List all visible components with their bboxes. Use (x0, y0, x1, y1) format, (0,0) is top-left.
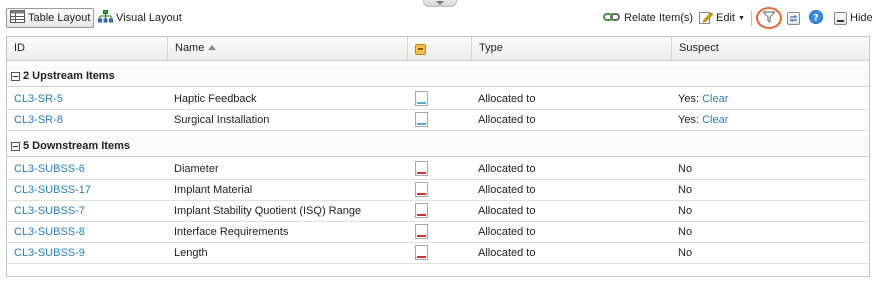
item-id-link[interactable]: CL3-SUBSS-17 (14, 180, 91, 200)
column-header-type[interactable]: Type (471, 37, 671, 60)
minimize-icon (834, 11, 847, 25)
collapse-toggle-icon[interactable] (11, 72, 20, 81)
relate-items-button[interactable]: Relate Item(s) (600, 8, 696, 28)
item-name: Implant Material (174, 184, 253, 196)
table-row[interactable]: CL3-SUBSS-6 Diameter Allocated to No (7, 159, 869, 180)
red-document-icon (415, 224, 428, 239)
collapse-toggle-icon[interactable] (11, 142, 20, 151)
suspect-status: No (678, 184, 693, 196)
chevron-down-icon: ▼ (737, 14, 745, 22)
column-header-suspect[interactable]: Suspect (671, 37, 869, 60)
red-document-icon (415, 161, 428, 176)
relationship-type: Allocated to (478, 184, 536, 196)
item-id-link[interactable]: CL3-SUBSS-7 (14, 201, 85, 221)
relationship-type: Allocated to (478, 93, 536, 105)
filter-button[interactable] (756, 7, 782, 29)
relationship-type: Allocated to (478, 226, 536, 238)
visual-layout-button[interactable]: Visual Layout (95, 8, 185, 28)
item-id-link[interactable]: CL3-SUBSS-9 (14, 243, 85, 263)
suspect-status: No (678, 163, 693, 175)
grid-header: ID Name Type Suspect (7, 37, 869, 61)
suspect-status: Yes: Clear (678, 114, 729, 126)
column-header-id[interactable]: ID (7, 37, 167, 60)
relationship-type: Allocated to (478, 247, 536, 259)
blue-document-icon (415, 91, 428, 106)
edit-menu-button[interactable]: Edit ▼ (696, 8, 748, 28)
collapse-panel-handle[interactable] (423, 0, 457, 7)
table-row[interactable]: CL3-SR-8 Surgical Installation Allocated… (7, 110, 869, 131)
help-button[interactable]: ? (806, 8, 826, 28)
table-layout-button[interactable]: Table Layout (6, 8, 95, 28)
refresh-icon (787, 11, 800, 25)
group-header-upstream[interactable]: 2 Upstream Items (7, 66, 869, 87)
item-id-link[interactable]: CL3-SR-5 (14, 89, 63, 109)
item-name: Implant Stability Quotient (ISQ) Range (174, 205, 362, 217)
item-id-link[interactable]: CL3-SUBSS-8 (14, 222, 85, 242)
table-row[interactable]: CL3-SUBSS-17 Implant Material Allocated … (7, 180, 869, 201)
relationship-type: Allocated to (478, 205, 536, 217)
hide-button[interactable]: Hide (831, 8, 876, 28)
relationships-grid: ID Name Type Suspect 2 Upstream Items CL… (6, 36, 870, 277)
suspect-status: No (678, 226, 693, 238)
toolbar: Table Layout Visual Layout Relate Item(s… (0, 7, 876, 31)
red-document-icon (415, 203, 428, 218)
relationship-type: Allocated to (478, 114, 536, 126)
item-name: Interface Requirements (174, 226, 289, 238)
link-icon (603, 11, 621, 26)
table-layout-label: Table Layout (28, 12, 91, 24)
suspect-status: Yes: Clear (678, 93, 729, 105)
visual-layout-label: Visual Layout (116, 12, 182, 24)
red-document-icon (415, 182, 428, 197)
item-name: Diameter (174, 163, 219, 175)
clear-suspect-link[interactable]: Clear (702, 114, 728, 126)
item-name: Length (174, 247, 208, 259)
sort-ascending-icon (208, 45, 217, 50)
item-name: Surgical Installation (174, 114, 270, 126)
table-row[interactable]: CL3-SUBSS-8 Interface Requirements Alloc… (7, 222, 869, 243)
toolbar-divider (751, 11, 752, 26)
column-header-name[interactable]: Name (167, 37, 407, 60)
suspect-status: No (678, 247, 693, 259)
group-header-downstream[interactable]: 5 Downstream Items (7, 136, 869, 157)
item-id-link[interactable]: CL3-SR-8 (14, 110, 63, 130)
refresh-button[interactable] (784, 8, 803, 28)
relate-items-label: Relate Item(s) (624, 12, 694, 24)
filter-icon (762, 11, 776, 26)
item-name: Haptic Feedback (174, 93, 257, 105)
lock-icon (415, 44, 426, 55)
column-header-lock[interactable] (407, 37, 471, 60)
blue-document-icon (415, 112, 428, 127)
table-row[interactable]: CL3-SUBSS-9 Length Allocated to No (7, 243, 869, 264)
hierarchy-icon (98, 10, 113, 26)
red-document-icon (415, 245, 428, 260)
relationship-type: Allocated to (478, 163, 536, 175)
clear-suspect-link[interactable]: Clear (702, 93, 728, 105)
table-row[interactable]: CL3-SR-5 Haptic Feedback Allocated to Ye… (7, 89, 869, 110)
help-icon: ? (809, 9, 823, 27)
table-layout-icon (10, 10, 25, 26)
edit-pencil-icon (699, 10, 714, 27)
item-id-link[interactable]: CL3-SUBSS-6 (14, 159, 85, 179)
table-row[interactable]: CL3-SUBSS-7 Implant Stability Quotient (… (7, 201, 869, 222)
suspect-status: No (678, 205, 693, 217)
hide-label: Hide (850, 12, 873, 24)
svg-text:?: ? (813, 13, 818, 23)
edit-label: Edit (716, 12, 735, 24)
